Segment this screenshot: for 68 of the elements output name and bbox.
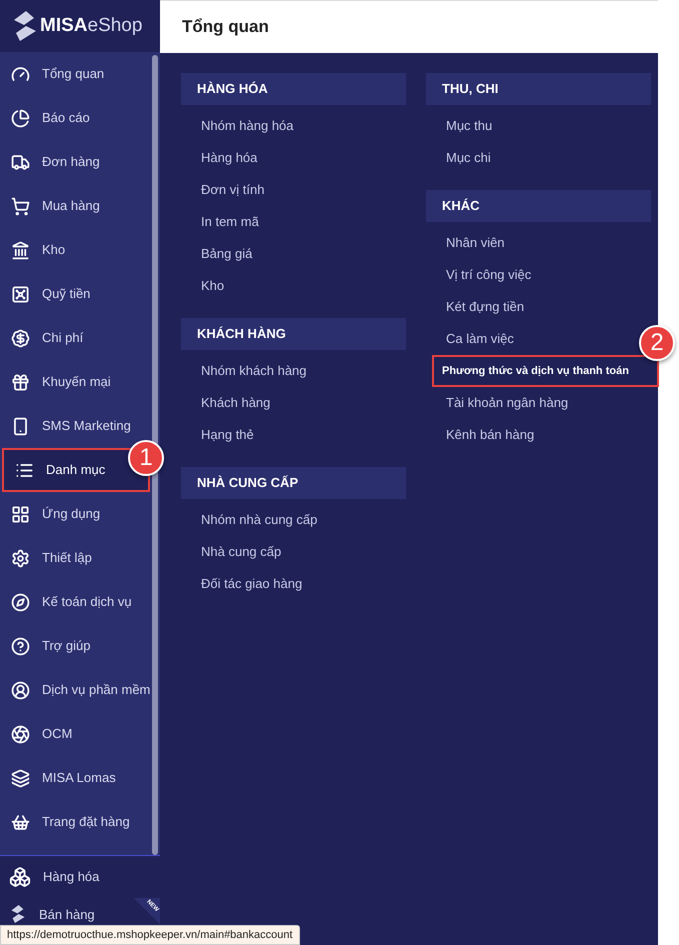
group-header: KHÁCH HÀNG: [181, 318, 406, 350]
menu-link[interactable]: Mục thu: [446, 110, 492, 142]
settings-icon: [11, 548, 30, 568]
safe-icon: [11, 284, 30, 304]
sidebar-item[interactable]: Quỹ tiền: [0, 272, 152, 316]
menu-link[interactable]: Bảng giá: [201, 238, 252, 270]
menu-link[interactable]: In tem mã: [201, 206, 259, 238]
sidebar-item[interactable]: Kế toán dịch vụ: [0, 580, 152, 624]
user-icon: [11, 680, 30, 700]
compass-icon: [11, 592, 30, 612]
sidebar-item[interactable]: Kho: [0, 228, 152, 272]
sidebar-item[interactable]: MISA Lomas: [0, 756, 152, 800]
gift-icon: [11, 372, 30, 392]
logo-text: MISAeShop: [40, 14, 142, 38]
menu-link[interactable]: Đơn vị tính: [201, 174, 264, 206]
menu-link[interactable]: Nhóm khách hàng: [201, 355, 307, 387]
boxes-icon: [9, 866, 31, 888]
scrollbar-thumb[interactable]: [152, 55, 158, 855]
basket-icon: [11, 812, 30, 832]
sidebar-item[interactable]: Báo cáo: [0, 96, 152, 140]
menu-link[interactable]: Vị trí công việc: [446, 259, 532, 291]
menu-link[interactable]: Mục chi: [446, 142, 491, 174]
menu-link[interactable]: Két đựng tiền: [446, 291, 524, 323]
sidebar-item[interactable]: Trang đặt hàng: [0, 800, 152, 844]
menu-link[interactable]: Nhân viên: [446, 227, 505, 259]
sidebar-item[interactable]: Chi phí: [0, 316, 152, 360]
sidebar-item[interactable]: Mua hàng: [0, 184, 152, 228]
menu-link[interactable]: Ca làm việc: [446, 323, 514, 355]
page-title: Tổng quan: [182, 16, 269, 38]
logo-icon: [9, 905, 27, 923]
group-header: NHÀ CUNG CẤP: [181, 467, 406, 499]
sidebar-item[interactable]: Tổng quan: [0, 52, 152, 96]
sidebar-item[interactable]: Trợ giúp: [0, 624, 152, 668]
sidebar-item[interactable]: Hàng hóa: [0, 856, 160, 898]
menu-link[interactable]: Đối tác giao hàng: [201, 568, 302, 600]
cart-icon: [11, 196, 30, 216]
group-header: THU, CHI: [426, 73, 651, 105]
aperture-icon: [11, 724, 30, 744]
group-header: HÀNG HÓA: [181, 73, 406, 105]
truck-icon: [11, 152, 30, 172]
sidebar-item[interactable]: OCM: [0, 712, 152, 756]
menu-link[interactable]: Kho: [201, 270, 224, 302]
menu-link[interactable]: Tài khoản ngân hàng: [446, 387, 568, 419]
sidebar-item[interactable]: Đơn hàng: [0, 140, 152, 184]
sidebar-item[interactable]: Thiết lập: [0, 536, 152, 580]
menu-link[interactable]: Phương thức và dịch vụ thanh toán: [432, 355, 659, 387]
gauge-icon: [11, 64, 30, 84]
layers-icon: [11, 768, 30, 788]
bank-icon: [11, 240, 30, 260]
status-url: https://demotruocthue.mshopkeeper.vn/main#bankaccount: [0, 925, 300, 945]
help-icon: [11, 636, 30, 656]
grid-icon: [11, 504, 30, 524]
menu-link[interactable]: Nhà cung cấp: [201, 536, 282, 568]
menu-link[interactable]: Hạng thẻ: [201, 419, 254, 451]
phone-icon: [11, 416, 30, 436]
pie-chart-icon: [11, 108, 30, 128]
money-icon: [11, 328, 30, 348]
sidebar-item[interactable]: Khuyến mại: [0, 360, 152, 404]
menu-link[interactable]: Hàng hóa: [201, 142, 258, 174]
menu-link[interactable]: Kênh bán hàng: [446, 419, 534, 451]
menu-link[interactable]: Nhóm nhà cung cấp: [201, 504, 318, 536]
logo-icon: [14, 11, 36, 41]
sidebar-item[interactable]: Dịch vụ phần mềm: [0, 668, 152, 712]
menu-link[interactable]: Khách hàng: [201, 387, 270, 419]
callout-number: 2: [639, 325, 675, 361]
sidebar-item[interactable]: Ứng dụng: [0, 492, 152, 536]
group-header: KHÁC: [426, 190, 651, 222]
menu-link[interactable]: Nhóm hàng hóa: [201, 110, 294, 142]
